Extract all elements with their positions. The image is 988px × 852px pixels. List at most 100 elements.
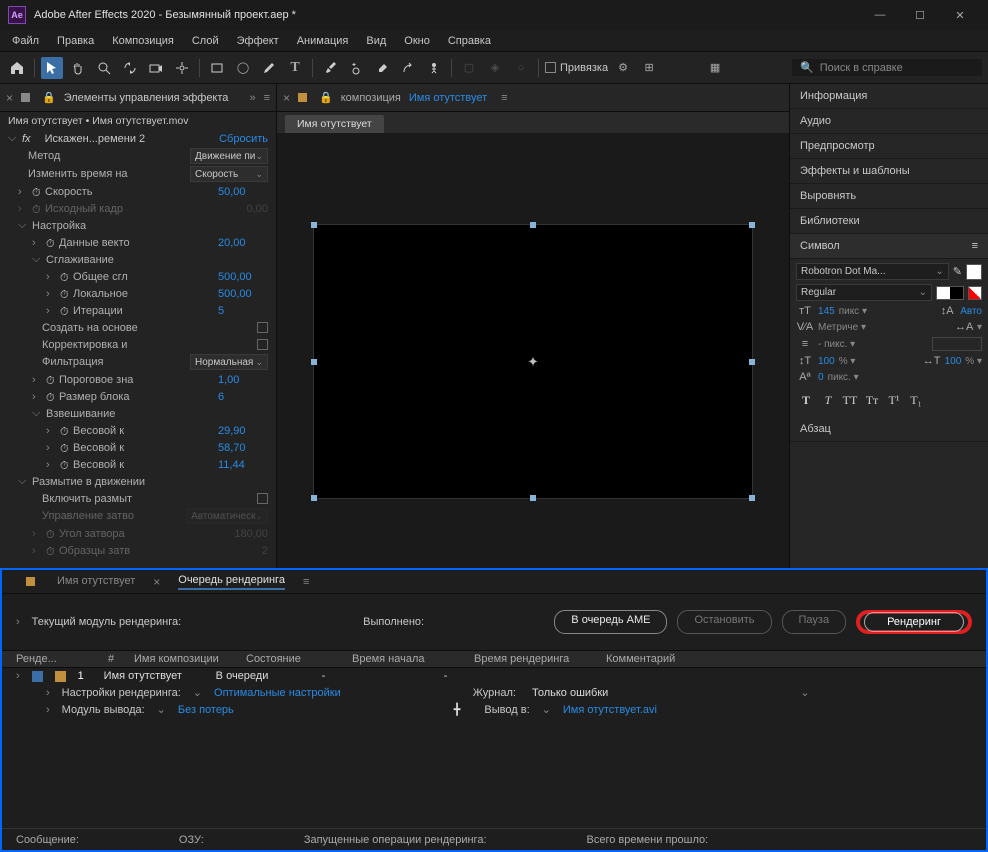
stroke-style[interactable] xyxy=(932,337,982,351)
char-menu-icon[interactable]: ≡ xyxy=(972,240,978,252)
viewport[interactable]: ✦ xyxy=(277,133,789,590)
menu-effect[interactable]: Эффект xyxy=(229,33,287,49)
maximize-button[interactable]: ☐ xyxy=(900,0,940,30)
menu-help[interactable]: Справка xyxy=(440,33,499,49)
vscale-icon: ↕T xyxy=(796,355,814,367)
menu-layer[interactable]: Слой xyxy=(184,33,227,49)
panel-menu-icon[interactable]: ≡ xyxy=(264,92,270,104)
speed-value[interactable]: 50,00 xyxy=(218,186,268,198)
italic-button[interactable]: T xyxy=(818,391,838,409)
tab-timeline[interactable]: Имя отутствует xyxy=(57,575,135,589)
correct-checkbox[interactable] xyxy=(257,339,268,350)
adjust-dropdown[interactable]: Скорость xyxy=(190,166,268,182)
snap-grid-icon[interactable]: ⊞ xyxy=(638,57,660,79)
method-dropdown[interactable]: Движение пи xyxy=(190,148,268,164)
canvas[interactable]: ✦ xyxy=(313,224,753,499)
ellipse-tool-icon[interactable]: ◯ xyxy=(232,57,254,79)
render-settings-link[interactable]: Оптимальные настройки xyxy=(214,687,341,699)
item-color-label[interactable] xyxy=(55,671,66,682)
render-button[interactable]: Рендеринг xyxy=(864,612,964,632)
menu-edit[interactable]: Правка xyxy=(49,33,102,49)
paragraph-panel[interactable]: Абзац xyxy=(790,417,988,442)
lock-icon[interactable]: 🔒 xyxy=(319,91,333,104)
align-panel[interactable]: Выровнять xyxy=(790,184,988,209)
output-module-link[interactable]: Без потерь xyxy=(178,704,234,716)
output-file-link[interactable]: Имя отутствует.avi xyxy=(563,704,657,716)
tab-menu-icon[interactable]: ≡ xyxy=(303,576,309,588)
render-button-highlight: Рендеринг xyxy=(856,610,972,634)
stroke-swatch[interactable] xyxy=(936,286,964,300)
pan-behind-tool-icon[interactable] xyxy=(171,57,193,79)
snap-checkbox[interactable] xyxy=(545,62,556,73)
fill-swatch[interactable] xyxy=(966,264,982,280)
panel-icon xyxy=(21,93,30,102)
snap-label: Привязка xyxy=(560,62,608,74)
panel-title: Элементы управления эффекта xyxy=(64,92,229,104)
hand-tool-icon[interactable] xyxy=(67,57,89,79)
panel-more-icon[interactable]: » xyxy=(249,92,255,104)
log-dropdown[interactable]: Только ошибки xyxy=(532,687,608,699)
composition-panel: × 🔒 композиция Имя отутствует ≡ Имя отут… xyxy=(277,84,790,616)
close-button[interactable]: ✕ xyxy=(940,0,980,30)
audio-panel[interactable]: Аудио xyxy=(790,109,988,134)
tab2-close[interactable]: × xyxy=(153,575,160,589)
nofill-swatch[interactable] xyxy=(968,286,982,300)
stopwatch-icon[interactable]: ⏱ xyxy=(32,187,41,196)
render-queue-panel: Имя отутствует × Очередь рендеринга ≡ › … xyxy=(0,568,988,852)
menu-composition[interactable]: Композиция xyxy=(104,33,182,49)
item-enabled-checkbox[interactable] xyxy=(32,671,43,682)
orbit-tool-icon[interactable] xyxy=(119,57,141,79)
selection-tool-icon[interactable] xyxy=(41,57,63,79)
font-size-icon: ᴛT xyxy=(796,305,814,317)
pen-tool-icon[interactable] xyxy=(258,57,280,79)
menu-view[interactable]: Вид xyxy=(358,33,394,49)
lock-icon[interactable]: 🔒 xyxy=(42,91,56,104)
snap-options-icon[interactable]: ⚙ xyxy=(612,57,634,79)
tab-render-queue[interactable]: Очередь рендеринга xyxy=(178,574,285,590)
comp-tab-close[interactable]: × xyxy=(283,91,290,105)
clone-tool-icon[interactable] xyxy=(345,57,367,79)
tab-close-icon[interactable]: × xyxy=(6,91,13,105)
subscript-button[interactable]: T₁ xyxy=(906,391,926,409)
effects-panel[interactable]: Эффекты и шаблоны xyxy=(790,159,988,184)
window-title: Adobe After Effects 2020 - Безымянный пр… xyxy=(34,9,860,21)
char-panel-title[interactable]: Символ xyxy=(800,240,840,252)
smallcaps-button[interactable]: Tᴛ xyxy=(862,391,882,409)
brush-tool-icon[interactable] xyxy=(319,57,341,79)
bold-button[interactable]: T xyxy=(796,391,816,409)
libraries-panel[interactable]: Библиотеки xyxy=(790,209,988,234)
home-icon[interactable] xyxy=(6,57,28,79)
menu-file[interactable]: Файл xyxy=(4,33,47,49)
workspace-icon[interactable]: ▦ xyxy=(704,57,726,79)
effect-name[interactable]: Искажен...ремени 2 xyxy=(45,133,146,145)
queue-item-row[interactable]: › 1 Имя отутствует В очереди - - xyxy=(2,668,986,684)
eraser-tool-icon[interactable] xyxy=(371,57,393,79)
eyedropper-icon[interactable]: ✎ xyxy=(953,265,962,278)
zoom-tool-icon[interactable] xyxy=(93,57,115,79)
puppet-tool-icon[interactable] xyxy=(423,57,445,79)
help-search[interactable]: 🔍 Поиск в справке xyxy=(792,59,982,76)
menu-animation[interactable]: Анимация xyxy=(289,33,357,49)
camera-tool-icon[interactable] xyxy=(145,57,167,79)
text-tool-icon[interactable]: T xyxy=(284,57,306,79)
style-dropdown[interactable]: Regular xyxy=(796,284,932,301)
filter-dropdown[interactable]: Нормальная xyxy=(190,354,268,370)
tracking-icon: ↔A xyxy=(955,321,973,333)
preview-panel[interactable]: Предпросмотр xyxy=(790,134,988,159)
superscript-button[interactable]: T¹ xyxy=(884,391,904,409)
roto-tool-icon[interactable] xyxy=(397,57,419,79)
create-checkbox[interactable] xyxy=(257,322,268,333)
minimize-button[interactable]: — xyxy=(860,0,900,30)
enable-mblur-checkbox[interactable] xyxy=(257,493,268,504)
reset-link[interactable]: Сбросить xyxy=(219,133,268,145)
allcaps-button[interactable]: TT xyxy=(840,391,860,409)
leading-icon: ↕A xyxy=(938,305,956,317)
rect-tool-icon[interactable] xyxy=(206,57,228,79)
comp-tab[interactable]: Имя отутствует xyxy=(285,115,384,133)
queue-ame-button[interactable]: В очередь АМЕ xyxy=(554,610,667,634)
font-dropdown[interactable]: Robotron Dot Ma... xyxy=(796,263,949,280)
comp-menu-icon[interactable]: ≡ xyxy=(501,92,507,104)
info-panel[interactable]: Информация xyxy=(790,84,988,109)
menu-window[interactable]: Окно xyxy=(396,33,438,49)
comp-name-link[interactable]: Имя отутствует xyxy=(409,92,487,104)
